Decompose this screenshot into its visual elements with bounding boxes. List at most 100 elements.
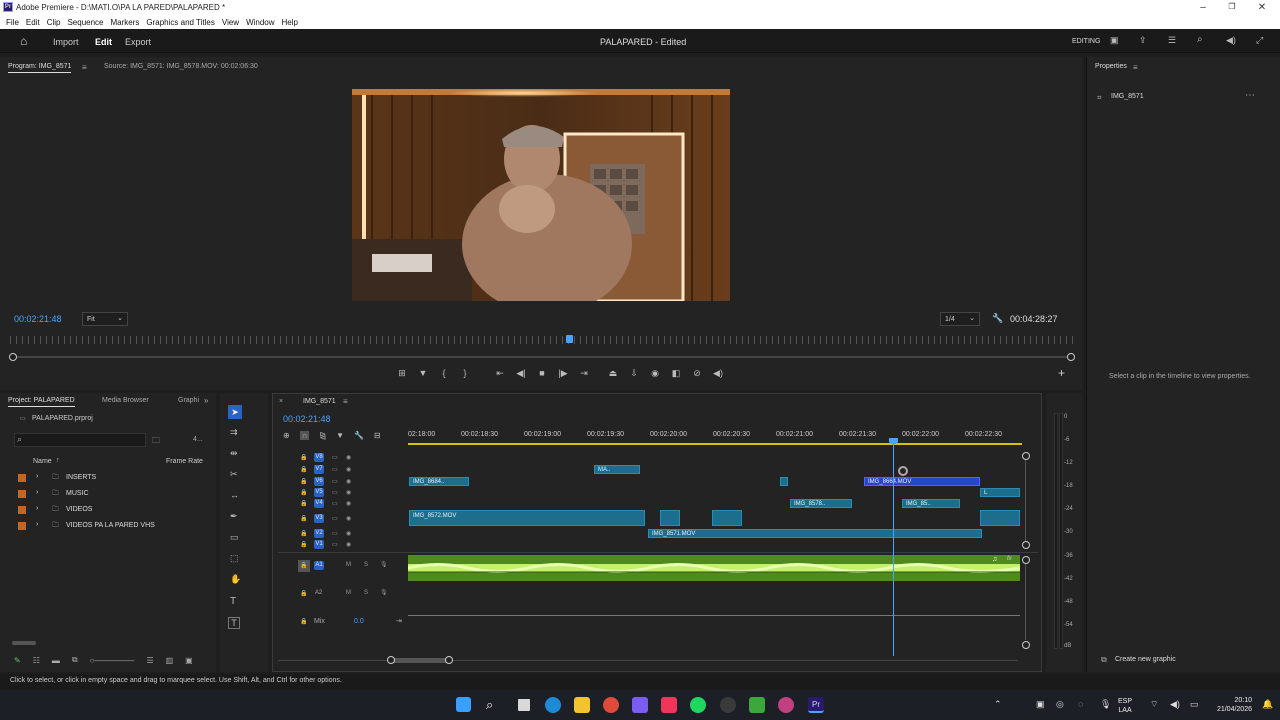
new-bin-icon[interactable]: 🗀 — [152, 435, 160, 449]
menu-clip[interactable]: Clip — [47, 18, 61, 27]
hand-tool-icon[interactable]: ✋ — [230, 574, 241, 585]
pen-tool-icon[interactable]: ✒ — [230, 511, 238, 522]
language-indicator[interactable]: ESP LAA — [1118, 697, 1132, 715]
freeform-view-icon[interactable]: ⧉ — [72, 655, 78, 665]
media-browser-tab[interactable]: Media Browser — [102, 397, 149, 404]
scroll-handle[interactable] — [445, 656, 453, 664]
mic-icon[interactable]: 🎙 — [380, 561, 388, 568]
minecraft-icon[interactable] — [749, 697, 765, 713]
edge-icon[interactable] — [545, 697, 561, 713]
tray-wifi-icon[interactable]: ⌔ — [1150, 699, 1158, 710]
scroll-handle-right[interactable] — [1067, 353, 1075, 361]
tray-mic-icon[interactable]: 🎙 — [1100, 699, 1111, 710]
eye-icon[interactable]: ◉ — [346, 454, 351, 461]
clip-img8571[interactable]: IMG_8571.MOV — [648, 529, 982, 538]
lock-icon[interactable]: 🔒 — [300, 541, 307, 548]
slip-tool-icon[interactable]: ↔ — [230, 490, 239, 500]
search-icon[interactable]: ⌕ — [1197, 34, 1203, 45]
comparison-icon[interactable]: ◧ — [670, 367, 682, 379]
go-to-in-icon[interactable]: ⇤ — [494, 367, 506, 379]
track-target-v1[interactable]: V1 — [314, 540, 324, 549]
more-options-icon[interactable]: ⋯ — [1245, 90, 1255, 101]
sort-icon[interactable]: ☰ — [146, 656, 153, 665]
clock[interactable]: 20:10 21/04/2026 — [1210, 696, 1252, 714]
tray-steam-icon[interactable]: ◎ — [1056, 699, 1064, 710]
audio-clip-a1[interactable] — [407, 555, 1021, 581]
list-item[interactable]: › 🗀 VIDEOS PA LA PARED VHS — [16, 521, 206, 535]
add-button-icon[interactable]: + — [1058, 366, 1065, 380]
playhead-marker[interactable] — [566, 335, 573, 343]
settings-icon[interactable]: 🔧 — [354, 431, 364, 440]
menu-help[interactable]: Help — [282, 18, 298, 27]
workspaces-icon[interactable]: ▣ — [1110, 35, 1119, 46]
sync-lock-icon[interactable]: ▭ — [332, 466, 338, 473]
wrench-icon[interactable]: 🔧 — [992, 313, 1003, 324]
menu-sequence[interactable]: Sequence — [67, 18, 103, 27]
eye-icon[interactable]: ◉ — [346, 500, 351, 507]
menu-edit[interactable]: Edit — [26, 18, 40, 27]
scroll-handle-left[interactable] — [9, 353, 17, 361]
menu-icon[interactable]: ≡ — [82, 63, 87, 72]
menu-window[interactable]: Window — [246, 18, 274, 27]
add-marker-icon[interactable]: ⊞ — [396, 367, 408, 379]
scroll-handle[interactable] — [387, 656, 395, 664]
track-target-a1[interactable]: A1 — [314, 561, 324, 570]
lock-icon[interactable]: 🔒 — [300, 478, 307, 485]
remix-tool-icon[interactable]: ⬚ — [230, 553, 239, 564]
tray-chevron-icon[interactable]: ⌃ — [994, 699, 1002, 710]
lock-icon[interactable]: 🔒 — [300, 530, 307, 537]
add-marker-icon[interactable]: ▼ — [336, 431, 344, 440]
steam-icon[interactable] — [720, 697, 736, 713]
spotify-icon[interactable] — [690, 697, 706, 713]
eye-icon[interactable]: ◉ — [346, 478, 351, 485]
create-graphic-button[interactable]: Create new graphic — [1115, 656, 1176, 663]
project-tab[interactable]: Project: PALAPARED — [8, 397, 75, 407]
share-icon[interactable]: ⇪ — [1139, 35, 1147, 46]
tray-app-icon[interactable]: ▣ — [1036, 699, 1045, 710]
clip-small[interactable] — [780, 477, 788, 486]
scrubber-ruler[interactable] — [10, 336, 1074, 344]
go-to-end-icon[interactable]: ⇥ — [396, 617, 402, 625]
playhead-line[interactable] — [893, 438, 894, 656]
menu-icon[interactable]: ≡ — [1133, 63, 1138, 72]
music-app-icon[interactable] — [661, 697, 677, 713]
sync-lock-icon[interactable]: ▭ — [332, 489, 338, 496]
premiere-taskbar-icon[interactable]: Pr — [808, 697, 824, 713]
go-to-out-icon[interactable]: ⇥ — [578, 367, 590, 379]
horizontal-zoom-bar[interactable] — [391, 658, 449, 663]
lock-icon[interactable]: 🔒 — [300, 515, 307, 522]
work-area-bar[interactable] — [408, 443, 1022, 445]
sync-lock-icon[interactable]: ▭ — [332, 530, 338, 537]
source-tab[interactable]: Source: IMG_8571: IMG_8578.MOV: 00:02:06… — [104, 63, 258, 70]
lock-icon[interactable]: 🔒 — [300, 454, 307, 461]
scroll-handle[interactable] — [1022, 556, 1030, 564]
pencil-icon[interactable]: ✎ — [14, 656, 21, 665]
camera-icon[interactable]: ◉ — [649, 367, 661, 379]
zoom-scrollbar[interactable] — [10, 356, 1074, 358]
menu-file[interactable]: File — [6, 18, 19, 27]
clip-img8578[interactable]: IMG_8578.. — [790, 499, 852, 508]
browser-icon[interactable] — [778, 697, 794, 713]
nav-import[interactable]: Import — [53, 37, 79, 47]
razor-tool-icon[interactable]: ✂ — [230, 469, 238, 480]
scroll-handle[interactable] — [1022, 641, 1030, 649]
lock-icon[interactable]: 🔒 — [300, 500, 307, 507]
workspace-label[interactable]: EDITING — [1072, 38, 1100, 45]
nav-export[interactable]: Export — [125, 37, 151, 47]
sync-lock-icon[interactable]: ▭ — [332, 515, 338, 522]
menu-markers[interactable]: Markers — [111, 18, 140, 27]
tray-volume-icon[interactable]: ◀) — [1170, 699, 1180, 710]
sync-lock-icon[interactable]: ▭ — [332, 541, 338, 548]
vertical-scrollbar-audio[interactable] — [1025, 564, 1026, 640]
fit-select[interactable]: Fit ⌄ — [82, 312, 128, 326]
extract-icon[interactable]: ⇩ — [628, 367, 640, 379]
caption-tool-icon[interactable]: T — [228, 617, 240, 629]
vr-icon[interactable]: ⊘ — [691, 367, 703, 379]
eye-icon[interactable]: ◉ — [346, 515, 351, 522]
stop-icon[interactable]: ■ — [536, 367, 548, 379]
eye-icon[interactable]: ◉ — [346, 530, 351, 537]
menu-icon[interactable]: ≡ — [343, 397, 348, 406]
program-tab[interactable]: Program: IMG_8571 — [8, 63, 72, 73]
lift-icon[interactable]: ⏏ — [607, 367, 619, 379]
sync-lock-icon[interactable]: ▭ — [332, 500, 338, 507]
